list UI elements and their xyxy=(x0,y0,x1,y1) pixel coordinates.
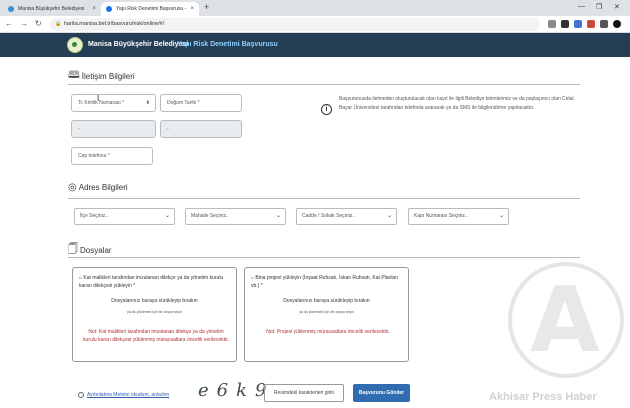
close-tab-icon[interactable]: × xyxy=(92,6,96,12)
spinner-icon[interactable]: ⬍ xyxy=(146,95,150,111)
watermark-logo: A xyxy=(530,268,600,373)
browser-tab-1[interactable]: Manisa Büyükşehir Belediyesi × xyxy=(3,2,101,16)
select-value: Kapı Numarası Seçiniz.. xyxy=(414,213,468,219)
profile-avatar[interactable] xyxy=(613,20,621,28)
divider xyxy=(68,84,580,85)
kvkk-consent[interactable]: Aydınlatma Metnini okudum, anladım xyxy=(78,392,169,398)
tc-kimlik-placeholder: Tc Kimlik Numarası * xyxy=(78,100,125,106)
browser-tab-2[interactable]: Yapı Risk Denetimi Başvurusu - M × xyxy=(101,2,199,16)
disabled-value: - xyxy=(78,126,80,132)
watermark-text: Akhisar Press Haber xyxy=(489,391,597,403)
minimize-icon[interactable]: — xyxy=(578,3,585,10)
divider xyxy=(68,257,580,258)
submit-button[interactable]: Başvurunu Gönder xyxy=(353,384,410,402)
choose-file-link[interactable]: ya da yüklemek için bir dosya seçin xyxy=(73,310,236,314)
street-select[interactable]: Cadde / Sokak Seçiniz.. ⌄ xyxy=(296,208,397,225)
new-tab-button[interactable]: + xyxy=(204,2,209,12)
page-title: Yapı Risk Denetimi Başvurusu xyxy=(177,41,278,48)
address-bar: ← → ↻ 🔒 harita.manisa.bel.tr/basvuru/ris… xyxy=(0,16,630,33)
birthdate-input[interactable]: Doğum Tarihi * xyxy=(160,94,242,112)
url-text: harita.manisa.bel.tr/basvuru/risk/online… xyxy=(64,21,165,27)
contact-section-title: 🕮 İletişim Bilgileri xyxy=(68,68,135,85)
divider xyxy=(68,198,580,199)
close-tab-icon[interactable]: × xyxy=(190,6,194,12)
district-select[interactable]: İlçe Seçiniz.. ⌄ xyxy=(74,208,175,225)
select-value: İlçe Seçiniz.. xyxy=(80,213,109,219)
book-icon: 🕮 xyxy=(68,70,80,81)
section-title-text: Dosyalar xyxy=(80,246,112,255)
favicon-icon xyxy=(8,6,14,12)
upload-label-text: Bina projesi yükleyin (İnşaat Ruhsatı, İ… xyxy=(251,275,399,289)
chevron-down-icon: ⌄ xyxy=(498,213,504,219)
tc-kimlik-input[interactable]: Tc Kimlik Numarası * ⬍ xyxy=(71,94,156,112)
extension-icon[interactable] xyxy=(587,20,595,28)
section-title-text: Adres Bilgileri xyxy=(78,183,128,192)
info-text: Başvurunuzda iletmeden oluşturulacak ola… xyxy=(339,96,574,111)
door-number-select[interactable]: Kapı Numarası Seçiniz.. ⌄ xyxy=(408,208,509,225)
dropzone-text: Dosyalarınızı buraya sürükleyip bırakın xyxy=(111,298,198,304)
brand-name[interactable]: Manisa Büyükşehir Belediyesi xyxy=(88,41,188,48)
maximize-icon[interactable]: ❐ xyxy=(596,3,602,11)
petition-upload-box[interactable]: ⌂ Kat malikleri tarafından imzalanan dil… xyxy=(72,267,237,362)
back-icon[interactable]: ← xyxy=(5,19,13,28)
disabled-value: - xyxy=(167,126,169,132)
upload-note: Not: Projesi yüklenmiş müracaatlara önce… xyxy=(266,329,390,335)
upload-label-text: Kat malikleri tarafından imzalanan dilek… xyxy=(79,275,224,289)
select-value: Cadde / Sokak Seçiniz.. xyxy=(302,213,356,219)
upload-label: ⌂ Kat malikleri tarafından imzalanan dil… xyxy=(79,274,229,290)
birthdate-placeholder: Doğum Tarihi * xyxy=(167,100,200,106)
captcha-input[interactable]: Resimdeki karakterleri girin xyxy=(264,384,344,402)
chevron-down-icon: ⌄ xyxy=(164,213,170,219)
neighborhood-select[interactable]: Mahalle Seçiniz.. ⌄ xyxy=(185,208,286,225)
extension-icon[interactable] xyxy=(574,20,582,28)
tab-label: Manisa Büyükşehir Belediyesi xyxy=(18,6,85,12)
extension-icon[interactable] xyxy=(561,20,569,28)
consent-radio[interactable] xyxy=(78,392,84,398)
captcha-image: e6k9 xyxy=(198,380,275,401)
name-field-disabled: - xyxy=(71,120,156,138)
choose-file-link[interactable]: ya da yüklemek için bir dosya seçin xyxy=(245,310,408,314)
window-close-icon[interactable]: ✕ xyxy=(614,3,620,11)
user-location-icon: ◎ xyxy=(68,182,77,193)
kvkk-link[interactable]: Aydınlatma Metnini okudum, anladım xyxy=(87,392,169,398)
favicon-icon xyxy=(106,6,112,12)
address-section-title: ◎ Adres Bilgileri xyxy=(68,182,128,193)
puzzle-icon[interactable] xyxy=(600,20,608,28)
info-icon: i xyxy=(321,104,332,115)
lock-icon: 🔒 xyxy=(55,21,62,27)
phone-placeholder: Cep telefonu * xyxy=(78,153,110,159)
forward-icon[interactable]: → xyxy=(20,19,28,28)
reload-icon[interactable]: ↻ xyxy=(35,19,42,28)
section-title-text: İletişim Bilgileri xyxy=(81,72,135,81)
captcha-placeholder: Resimdeki karakterleri girin xyxy=(273,390,335,396)
select-value: Mahalle Seçiniz.. xyxy=(191,213,229,219)
text-cursor-icon: I xyxy=(97,94,100,103)
phone-input[interactable]: Cep telefonu * xyxy=(71,147,153,165)
municipality-logo[interactable] xyxy=(67,37,83,53)
browser-tabbar: Manisa Büyükşehir Belediyesi × Yapı Risk… xyxy=(0,0,630,16)
tab-label: Yapı Risk Denetimi Başvurusu - M xyxy=(116,6,188,12)
project-upload-box[interactable]: ⌂ Bina projesi yükleyin (İnşaat Ruhsatı,… xyxy=(244,267,409,362)
surname-field-disabled: - xyxy=(160,120,242,138)
upload-label: ⌂ Bina projesi yükleyin (İnşaat Ruhsatı,… xyxy=(251,274,401,290)
dropzone-text: Dosyalarınızı buraya sürükleyip bırakın xyxy=(283,298,370,304)
url-field[interactable]: 🔒 harita.manisa.bel.tr/basvuru/risk/onli… xyxy=(50,18,540,31)
upload-note: Not: Kat malikleri tarafından imzalanan … xyxy=(83,329,229,343)
chevron-down-icon: ⌄ xyxy=(386,213,392,219)
chevron-down-icon: ⌄ xyxy=(275,213,281,219)
extension-icon[interactable] xyxy=(548,20,556,28)
